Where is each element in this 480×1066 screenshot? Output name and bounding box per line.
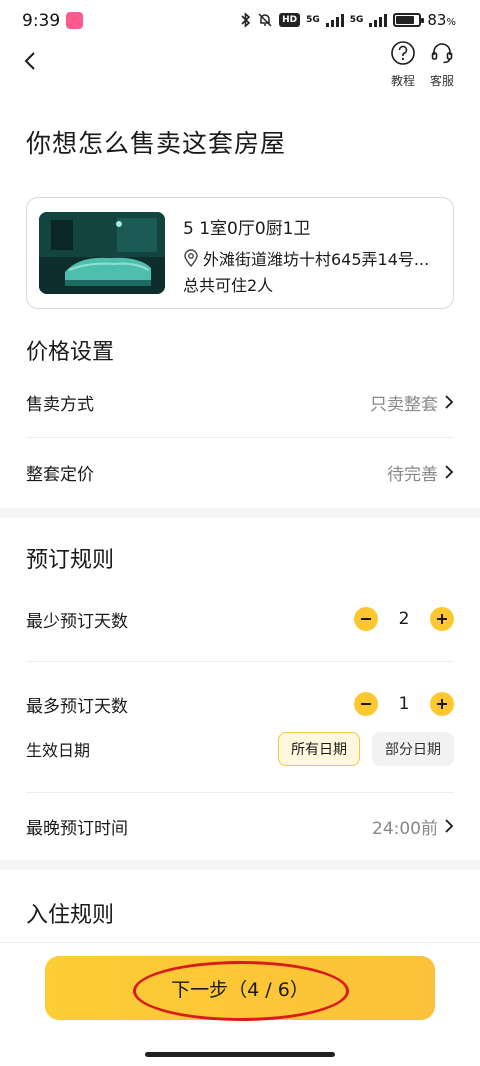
min-days-increment-button[interactable]	[430, 607, 454, 631]
whole-price-label: 整套定价	[26, 464, 94, 485]
latest-booking-time-row[interactable]: 最晚预订时间 24:00前	[26, 806, 454, 846]
max-days-value: 1	[398, 694, 410, 714]
min-days-value: 2	[398, 609, 410, 629]
customer-service-button[interactable]: 客服	[420, 40, 464, 89]
help-circle-icon	[391, 41, 415, 65]
latest-booking-time-label: 最晚预订时间	[26, 818, 128, 839]
tutorial-label: 教程	[390, 74, 415, 88]
date-option-partial[interactable]: 部分日期	[372, 732, 454, 766]
location-pin-icon	[184, 249, 198, 267]
max-days-row: 最多预订天数 1	[26, 684, 454, 724]
house-guest-capacity: 总共可住2人	[183, 276, 274, 295]
divider	[26, 792, 454, 793]
page-title: 你想怎么售卖这套房屋	[26, 129, 287, 158]
booking-section-title: 预订规则	[26, 548, 115, 573]
customer-service-label: 客服	[429, 74, 454, 88]
plus-icon	[437, 699, 447, 709]
price-section-title: 价格设置	[26, 340, 115, 365]
battery-percent: 83%	[427, 11, 456, 29]
chevron-right-icon	[445, 819, 454, 833]
signal-icon-2	[369, 13, 388, 27]
home-indicator[interactable]	[145, 1052, 335, 1057]
battery-icon	[393, 13, 425, 27]
hd-icon: HD	[279, 13, 301, 27]
next-step-button[interactable]: 下一步（4 / 6）	[45, 956, 435, 1020]
tutorial-button[interactable]: 教程	[381, 40, 425, 89]
house-title: 5 1室0厅0厨1卫	[183, 219, 311, 239]
whole-price-value: 待完善	[387, 460, 454, 485]
min-days-label: 最少预订天数	[26, 611, 128, 632]
chevron-right-icon	[445, 395, 454, 409]
divider	[26, 661, 454, 662]
sale-mode-value: 只卖整套	[370, 390, 454, 415]
house-address: 外滩街道潍坊十村645弄14号...	[183, 246, 447, 270]
battery-fill	[396, 16, 415, 24]
minus-icon	[361, 618, 371, 620]
status-bar: 9:39 HD 5G 5G 83%	[0, 0, 480, 44]
bluetooth-icon	[241, 12, 251, 28]
date-option-all[interactable]: 所有日期	[278, 732, 360, 766]
back-button[interactable]	[16, 46, 44, 76]
max-days-decrement-button[interactable]	[354, 692, 378, 716]
divider	[26, 437, 454, 438]
network-5g-label: 5G	[306, 14, 320, 25]
checkin-section-title: 入住规则	[26, 903, 115, 928]
sale-mode-row[interactable]: 售卖方式 只卖整套	[26, 382, 454, 422]
max-days-increment-button[interactable]	[430, 692, 454, 716]
max-days-stepper: 1	[354, 692, 454, 716]
whole-price-value-text: 待完善	[387, 464, 438, 485]
house-card[interactable]: 5 1室0厅0厨1卫 外滩街道潍坊十村645弄14号... 总共可住2人	[26, 197, 454, 309]
headset-icon	[431, 43, 453, 64]
min-days-decrement-button[interactable]	[354, 607, 378, 631]
whole-price-row[interactable]: 整套定价 待完善	[26, 452, 454, 492]
max-days-label: 最多预订天数	[26, 696, 128, 717]
chevron-right-icon	[445, 465, 454, 479]
bedroom-photo-icon	[39, 212, 165, 294]
effective-date-options: 所有日期 部分日期	[278, 732, 454, 766]
minus-icon	[361, 703, 371, 705]
effective-date-label: 生效日期	[26, 741, 91, 760]
min-days-stepper: 2	[354, 607, 454, 631]
house-thumbnail	[39, 212, 165, 294]
min-days-row: 最少预订天数 2	[26, 599, 454, 639]
effective-date-row: 生效日期 所有日期 部分日期	[26, 729, 454, 769]
mute-bell-icon	[258, 13, 272, 27]
sale-mode-label: 售卖方式	[26, 394, 94, 415]
status-time: 9:39	[22, 11, 61, 31]
signal-icon	[325, 13, 344, 27]
chevron-left-icon	[24, 52, 35, 70]
section-separator	[0, 508, 480, 518]
house-address-text: 外滩街道潍坊十村645弄14号...	[203, 250, 430, 269]
status-icons: HD 5G 5G 83%	[241, 11, 456, 29]
sale-mode-value-text: 只卖整套	[370, 394, 438, 415]
app-notification-icon	[66, 12, 83, 29]
latest-booking-time-value-text: 24:00前	[372, 818, 438, 839]
section-separator	[0, 860, 480, 870]
latest-booking-time-value: 24:00前	[372, 814, 454, 839]
plus-icon	[437, 614, 447, 624]
network-5g-label-2: 5G	[349, 14, 364, 25]
